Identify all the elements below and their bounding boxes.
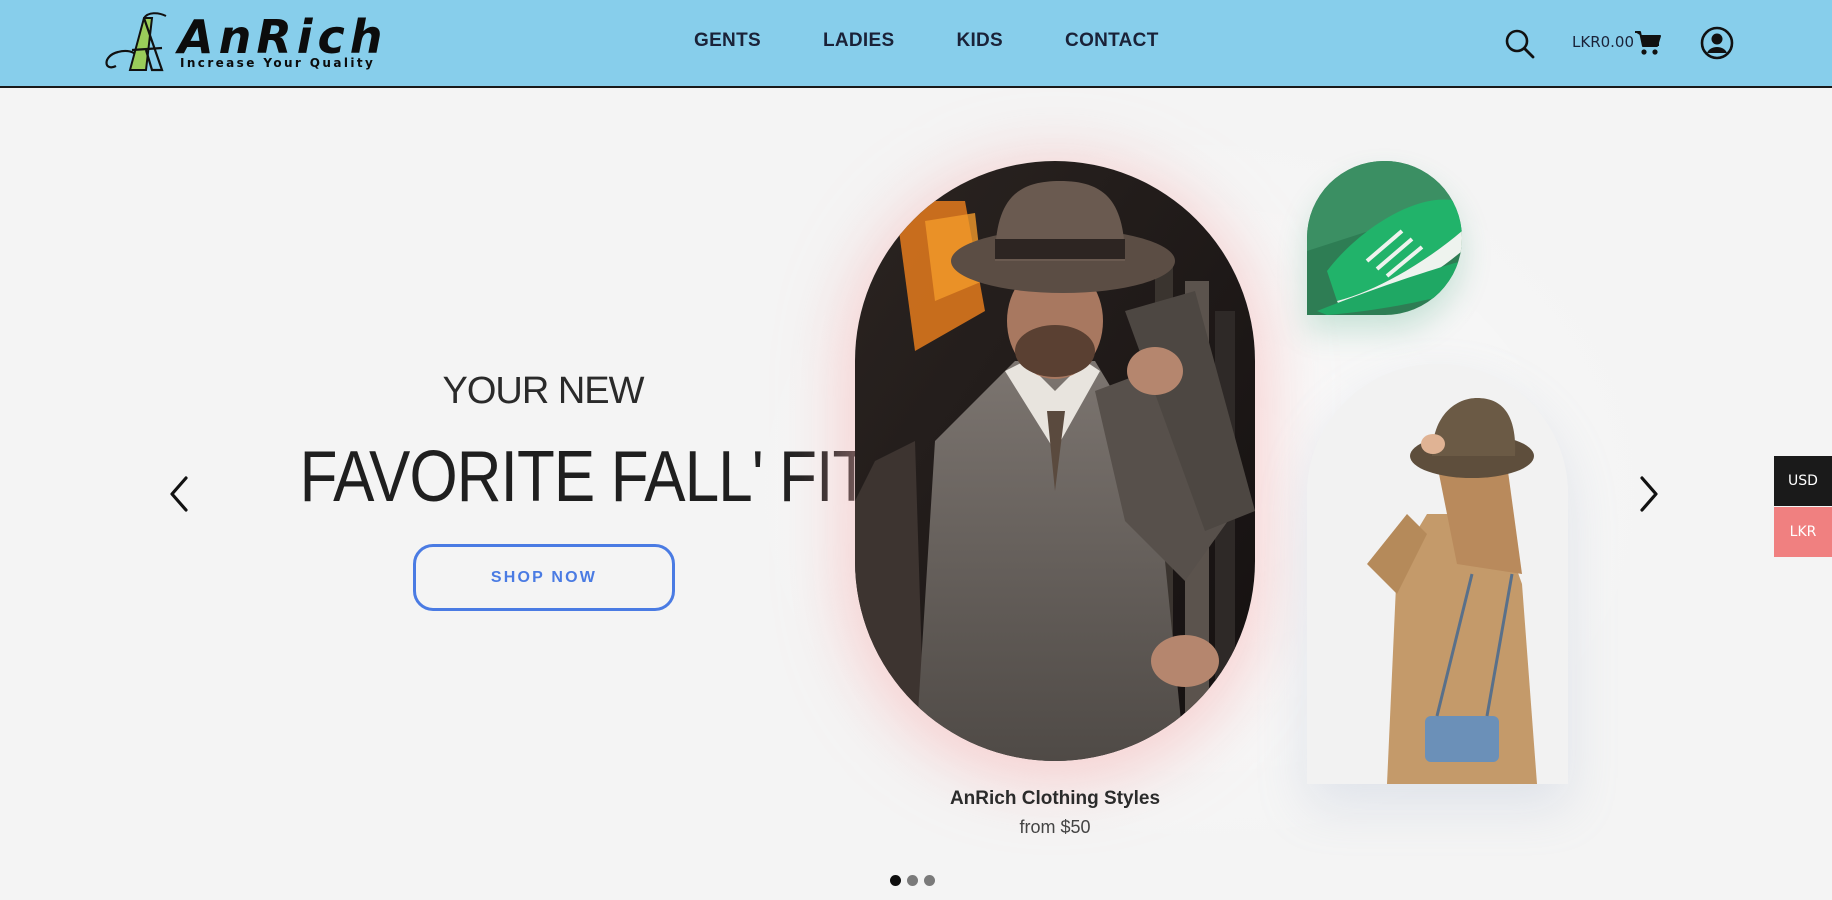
- slider-pagination: [890, 875, 935, 886]
- woman-in-coat-photo: [1307, 364, 1568, 784]
- currency-lkr-button[interactable]: LKR: [1774, 507, 1832, 557]
- shop-now-button[interactable]: SHOP NOW: [413, 544, 675, 611]
- cart-icon: [1635, 31, 1661, 55]
- slider-prev-button[interactable]: [162, 472, 196, 516]
- cart-total[interactable]: LKR0.00: [1572, 33, 1634, 51]
- chevron-right-icon: [1640, 476, 1658, 512]
- slider-dot-1[interactable]: [890, 875, 901, 886]
- brand-tagline: Increase Your Quality: [180, 56, 376, 70]
- cart-button[interactable]: [1634, 29, 1662, 57]
- womens-product-image[interactable]: [1307, 364, 1568, 784]
- nav-item-kids[interactable]: KIDS: [956, 30, 1003, 52]
- search-icon: [1505, 29, 1535, 59]
- hero-eyebrow: YOUR NEW: [442, 370, 645, 412]
- main-nav: GENTS LADIES KIDS CONTACT: [694, 30, 1159, 52]
- slider-dot-2[interactable]: [907, 875, 918, 886]
- logo-mark-icon: [105, 12, 167, 72]
- slider-dot-3[interactable]: [924, 875, 935, 886]
- user-circle-icon: [1700, 26, 1734, 60]
- slider-next-button[interactable]: [1632, 472, 1666, 516]
- account-button[interactable]: [1700, 26, 1734, 60]
- sneaker-product-image[interactable]: [1307, 161, 1462, 315]
- site-header: AnRich Increase Your Quality GENTS LADIE…: [0, 0, 1832, 88]
- green-sneakers-photo: [1307, 161, 1462, 315]
- brand-name: AnRich: [178, 10, 388, 64]
- nav-item-gents[interactable]: GENTS: [694, 30, 761, 52]
- brand-logo[interactable]: AnRich Increase Your Quality: [102, 12, 392, 74]
- nav-item-ladies[interactable]: LADIES: [823, 30, 894, 52]
- currency-usd-button[interactable]: USD: [1774, 456, 1832, 506]
- chevron-left-icon: [170, 476, 188, 512]
- featured-price: from $50: [1019, 817, 1091, 837]
- hero-headline: FAVORITE FALL' FITS: [299, 437, 911, 517]
- nav-item-contact[interactable]: CONTACT: [1065, 30, 1159, 52]
- search-button[interactable]: [1504, 28, 1536, 60]
- man-in-hat-photo: [855, 161, 1255, 761]
- featured-product-image[interactable]: [855, 161, 1255, 761]
- featured-title[interactable]: AnRich Clothing Styles: [855, 788, 1255, 810]
